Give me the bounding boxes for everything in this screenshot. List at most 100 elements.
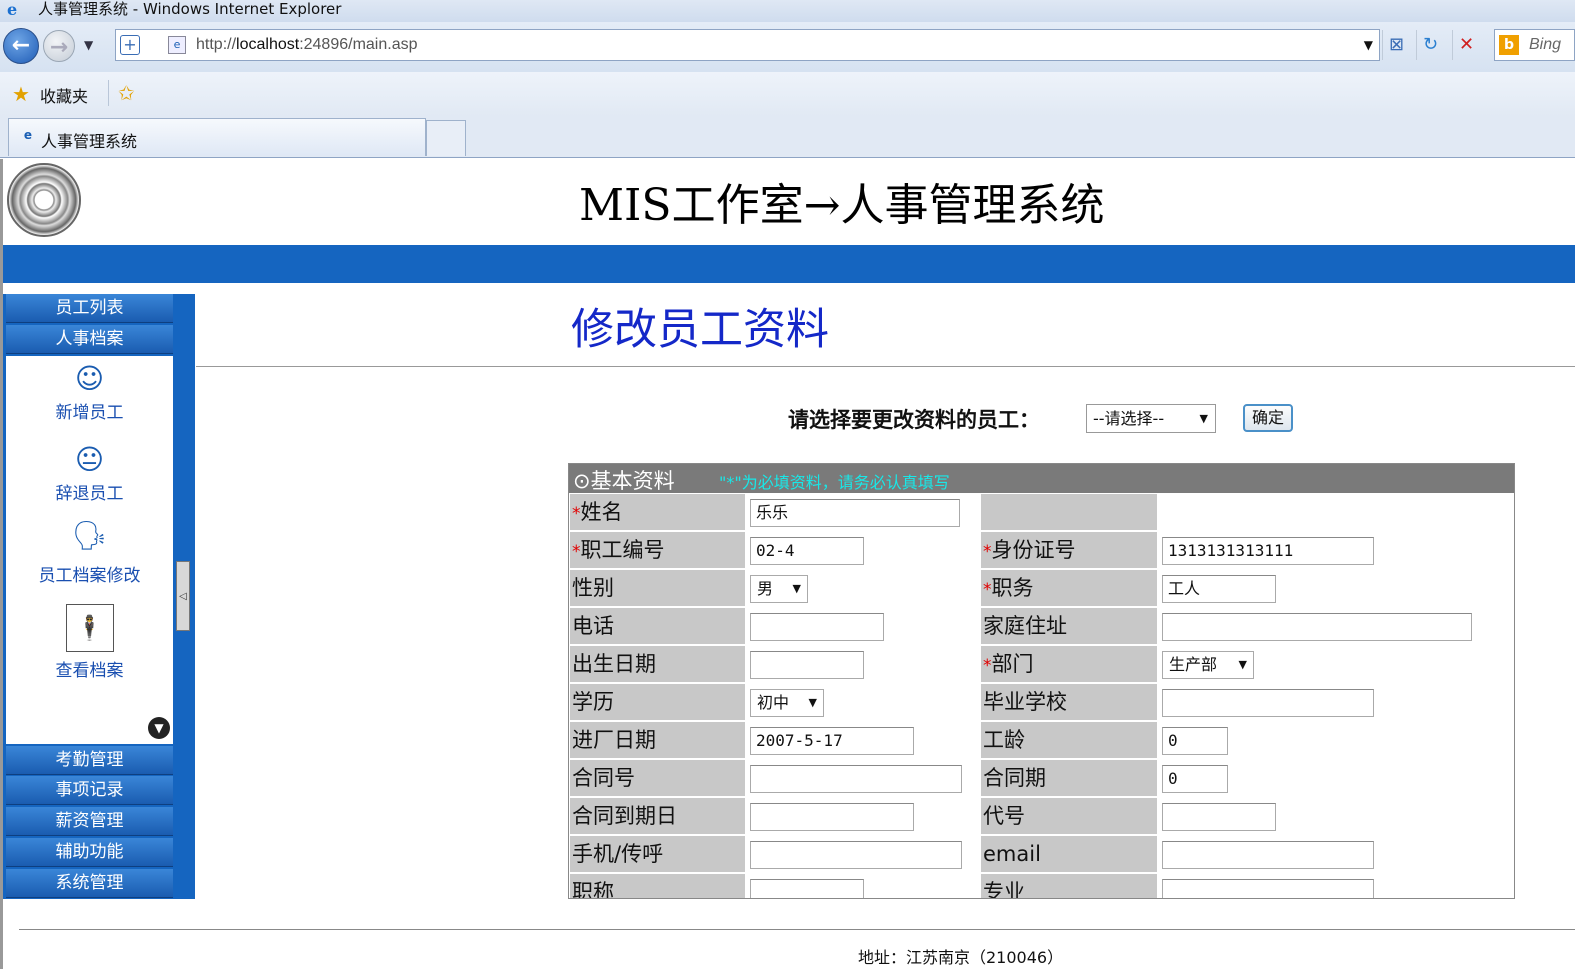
form-input[interactable] [750,613,884,641]
field-label-text: 专业 [983,880,1025,899]
compatibility-icon[interactable]: ⊠ [1382,30,1410,60]
form-input[interactable] [750,879,864,898]
sidebar-item-event-log[interactable]: 事项记录 [6,776,173,805]
field-label-text: 身份证号 [991,538,1076,562]
field-value: 初中 [757,693,790,712]
ie-logo-icon: e [6,0,24,19]
sidebar-link-dismiss-employee[interactable]: 😐 辞退员工 [6,445,173,505]
back-button[interactable]: ← [3,28,39,64]
form-row: 职称 专业 [569,873,1514,899]
address-bar[interactable]: + e http://localhost:24896/main.asp ▼ [115,29,1380,61]
form-value-cell: 1313131313111 [1159,532,1514,568]
field-label-text: 性别 [572,576,614,600]
field-value: 乐乐 [756,503,789,522]
sidebar-item-utilities[interactable]: 辅助功能 [6,838,173,867]
form-value-cell: 02-4 [747,532,979,568]
form-input[interactable]: 乐乐 [750,499,960,527]
form-label: 进厂日期 [570,722,745,758]
form-value-cell: 生产部 ▼ [1159,646,1514,682]
stop-icon[interactable]: ✕ [1452,30,1480,60]
sidebar-item-personnel-records[interactable]: 人事档案 [6,325,173,354]
sidebar-link-label: 辞退员工 [55,484,124,504]
form-input[interactable] [1162,879,1374,898]
sidebar-panel: ☺ 新增员工 😐 辞退员工 🗣 员工档案修改 🕴 查看档案 ▼ [6,356,173,744]
field-label-text: 代号 [983,804,1025,828]
form-input[interactable] [750,765,962,793]
form-value-cell [1159,684,1514,720]
sidebar-collapse-handle[interactable]: ◁ [176,561,190,631]
tab-active[interactable]: e 人事管理系统 [8,118,426,156]
form-input[interactable] [1162,613,1472,641]
form-label: 合同期 [981,760,1157,796]
form-input[interactable]: 1313131313111 [1162,537,1374,565]
history-dropdown[interactable]: ▼ [84,38,93,52]
form-value-cell: 0 [1159,760,1514,796]
sidebar-link-view-records[interactable]: 🕴 查看档案 [6,604,173,681]
url-text[interactable]: http://localhost:24896/main.asp [196,36,418,54]
form-input[interactable] [750,841,962,869]
sidebar-item-system[interactable]: 系统管理 [6,869,173,898]
form-label: *部门 [981,646,1157,682]
scroll-down-icon[interactable]: ▼ [148,717,170,739]
field-value: 2007-5-17 [756,731,843,750]
section-title: 修改员工资料 [571,305,829,355]
search-box[interactable]: b Bing [1494,29,1575,61]
sidebar-link-add-employee[interactable]: ☺ 新增员工 [6,362,173,424]
form-input[interactable] [1162,841,1374,869]
page-content: MIS工作室→人事管理系统 员工列表 人事档案 ☺ 新增员工 😐 辞退员工 🗣 … [0,159,1575,969]
new-tab-button[interactable] [426,120,466,156]
field-label-text: 手机/传呼 [572,842,664,866]
form-input[interactable]: 2007-5-17 [750,727,914,755]
form-input[interactable] [750,803,914,831]
form-select[interactable]: 男 ▼ [750,575,808,603]
form-input[interactable]: 0 [1162,727,1228,755]
field-label-text: email [983,842,1041,866]
form-input[interactable]: 02-4 [750,537,864,565]
form-select[interactable]: 生产部 ▼ [1162,651,1254,679]
form-row: 性别男 ▼ *职务 工人 [569,569,1514,607]
add-favorite-icon[interactable]: ✩ [118,81,135,105]
sidebar-item-attendance[interactable]: 考勤管理 [6,746,173,775]
address-dropdown-icon[interactable]: ▼ [1364,38,1373,52]
form-label: 毕业学校 [981,684,1157,720]
field-value: 02-4 [756,541,795,560]
favorites-bar: ★ 收藏夹 ✩ [0,72,1575,116]
field-label-text: 合同到期日 [572,804,677,828]
compat-view-icon[interactable]: + [120,35,140,55]
form-header-title: ⊙基本资料 [573,469,675,493]
employee-select-value: --请选择-- [1093,409,1165,428]
favorites-button[interactable]: 收藏夹 [40,83,88,107]
address-toolbar: ← → ▼ + e http://localhost:24896/main.as… [0,22,1575,72]
form-input[interactable]: 0 [1162,765,1228,793]
field-label-text: 毕业学校 [983,690,1067,714]
required-marker: * [983,542,992,562]
field-label-text: 职称 [572,880,614,899]
form-input[interactable]: 工人 [1162,575,1276,603]
form-row: *职工编号 02-4 *身份证号 1313131313111 [569,531,1514,569]
form-value-cell: 2007-5-17 [747,722,979,758]
favorites-star-icon[interactable]: ★ [12,82,30,106]
sidebar-item-payroll[interactable]: 薪资管理 [6,807,173,836]
form-select[interactable]: 初中 ▼ [750,689,824,717]
refresh-icon[interactable]: ↻ [1416,30,1444,60]
sidebar-link-edit-records[interactable]: 🗣 员工档案修改 [6,521,173,587]
sidebar-item-employee-list[interactable]: 员工列表 [6,294,173,323]
forward-button[interactable]: → [43,30,75,62]
form-input[interactable] [750,651,864,679]
field-label-text: 职工编号 [580,538,665,562]
form-input[interactable] [1162,689,1374,717]
form-value-cell: 初中 ▼ [747,684,979,720]
tab-title: 人事管理系统 [41,132,138,151]
field-label-text: 家庭住址 [983,614,1067,638]
svg-text:e: e [7,1,17,17]
confirm-button[interactable]: 确定 [1243,404,1293,432]
form-value-cell [1159,836,1514,872]
form-value-cell [747,798,979,834]
field-label-text: 电话 [572,614,614,638]
field-value: 工人 [1168,579,1201,598]
field-label-text: 进厂日期 [572,728,656,752]
form-input[interactable] [1162,803,1276,831]
smile-face-icon: ☺ [74,362,105,395]
employee-select[interactable]: --请选择-- ▼ [1086,404,1216,433]
form-label: 电话 [570,608,745,644]
